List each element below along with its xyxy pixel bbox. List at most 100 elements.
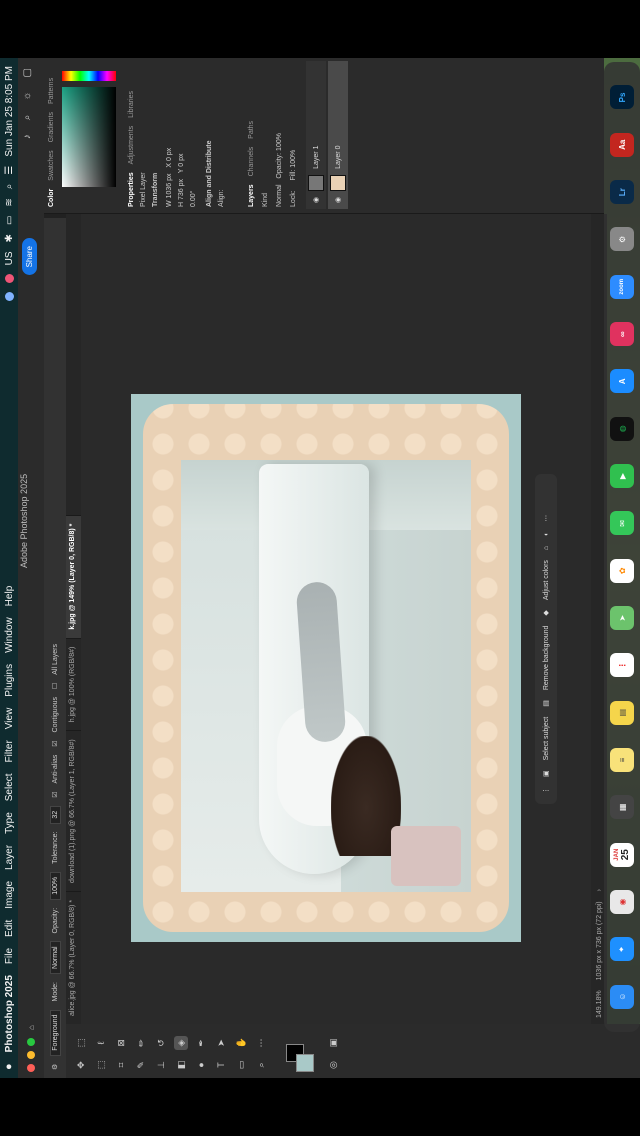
move-tool-icon[interactable]: ✥ bbox=[74, 1058, 88, 1072]
more-tools-icon[interactable]: ⋯ bbox=[254, 1036, 268, 1050]
tool-preset-icon[interactable]: ⚙ bbox=[51, 1064, 59, 1070]
eye-icon[interactable]: ◉ bbox=[334, 197, 342, 203]
shape-tool-icon[interactable]: ▭ bbox=[234, 1058, 248, 1072]
antialias-checkbox[interactable]: ☑ bbox=[51, 792, 59, 798]
menu-view[interactable]: View bbox=[4, 708, 15, 730]
tab-swatches[interactable]: Swatches bbox=[48, 150, 55, 180]
close-window-button[interactable] bbox=[27, 1064, 35, 1072]
calculator-icon[interactable]: ▦ bbox=[610, 795, 634, 820]
lasso-tool-icon[interactable]: ℓ bbox=[94, 1036, 108, 1050]
keyboard-input-icon[interactable]: US bbox=[4, 251, 15, 265]
stickies-icon[interactable]: ▤ bbox=[610, 700, 634, 725]
artboard-tool-icon[interactable]: ⬚ bbox=[74, 1036, 88, 1050]
history-brush-icon[interactable]: ↺ bbox=[154, 1036, 168, 1050]
eraser-tool-icon[interactable]: ◧ bbox=[174, 1058, 188, 1072]
hue-slider[interactable] bbox=[62, 71, 116, 81]
path-selection-icon[interactable]: ➤ bbox=[214, 1036, 228, 1050]
more-options-icon[interactable]: ⋯ bbox=[542, 515, 550, 522]
contiguous-checkbox[interactable]: ☑ bbox=[51, 740, 59, 746]
mode-select[interactable]: Normal bbox=[49, 941, 61, 975]
creative-cloud-icon[interactable]: ∞ bbox=[610, 322, 634, 347]
select-subject-button[interactable]: Select subject bbox=[543, 717, 550, 761]
angle-input[interactable]: 0.00° bbox=[190, 191, 197, 207]
layer-row[interactable]: ◉ Layer 1 bbox=[306, 61, 326, 209]
eye-icon[interactable]: ◉ bbox=[312, 197, 320, 203]
fill-source-select[interactable]: Foreground bbox=[49, 1009, 61, 1056]
bell-icon[interactable]: ♪ bbox=[22, 134, 33, 139]
acrobat-icon[interactable]: Aa bbox=[610, 132, 634, 157]
tab-color[interactable]: Color bbox=[48, 189, 55, 207]
menu-select[interactable]: Select bbox=[4, 773, 15, 801]
maps-icon[interactable]: ➤ bbox=[610, 606, 634, 631]
photoshop-icon[interactable]: Ps bbox=[610, 85, 634, 110]
workspace-icon[interactable]: ▢ bbox=[22, 68, 33, 77]
status-item-icon[interactable] bbox=[4, 292, 14, 302]
drag-handle-icon[interactable]: ⋮ bbox=[542, 787, 550, 794]
canvas-area[interactable]: ⋮ ▣ Select subject ▤ Remove background ◆… bbox=[81, 214, 591, 1024]
finder-icon[interactable]: ☺ bbox=[610, 984, 634, 1009]
background-color-swatch[interactable] bbox=[296, 1054, 314, 1072]
eyedropper-tool-icon[interactable]: ✎ bbox=[134, 1058, 148, 1072]
height-input[interactable]: 736 px bbox=[178, 179, 185, 200]
document-canvas[interactable] bbox=[131, 394, 521, 942]
zoom-tool-icon[interactable]: ⌕ bbox=[254, 1058, 268, 1072]
quick-mask-icon[interactable]: ◎ bbox=[326, 1058, 340, 1072]
messages-icon[interactable]: ✉ bbox=[610, 511, 634, 536]
opacity-input[interactable]: 100% bbox=[49, 871, 61, 900]
tab-patterns[interactable]: Patterns bbox=[48, 78, 55, 104]
transform-section-title[interactable]: Transform bbox=[152, 173, 159, 207]
tab-k[interactable]: k.jpg @ 149% (Layer 0, RGB/8) * bbox=[66, 514, 81, 638]
align-section-title[interactable]: Align and Distribute bbox=[206, 141, 213, 208]
tab-alice[interactable]: alice.jpg @ 66.7% (Layer 0, RGB/8) * bbox=[66, 890, 81, 1024]
dodge-tool-icon[interactable]: ● bbox=[194, 1058, 208, 1072]
search-icon[interactable]: ⌕ bbox=[4, 184, 15, 190]
menu-help[interactable]: Help bbox=[4, 586, 15, 607]
search-icon[interactable]: ⌕ bbox=[22, 115, 33, 121]
type-tool-icon[interactable]: T bbox=[214, 1058, 228, 1072]
layer-opacity-input[interactable]: 100% bbox=[276, 133, 283, 151]
adjust-colors-button[interactable]: Adjust colors bbox=[543, 560, 550, 600]
menu-window[interactable]: Window bbox=[4, 617, 15, 653]
brush-tool-icon[interactable]: ✏ bbox=[134, 1036, 148, 1050]
menu-clock[interactable]: Sun Jan 25 8:05 PM bbox=[4, 66, 15, 157]
appstore-icon[interactable]: A bbox=[610, 369, 634, 394]
menu-file[interactable]: File bbox=[4, 948, 15, 964]
x-input[interactable]: 0 px bbox=[166, 148, 173, 161]
facetime-icon[interactable]: ▶ bbox=[610, 464, 634, 489]
pen-tool-icon[interactable]: ✒ bbox=[194, 1036, 208, 1050]
menu-filter[interactable]: Filter bbox=[4, 740, 15, 762]
menu-layer[interactable]: Layer bbox=[4, 845, 15, 870]
tab-download[interactable]: download (1).png @ 66.7% (Layer 1, RGB/8… bbox=[66, 730, 81, 891]
y-input[interactable]: 0 px bbox=[178, 154, 185, 167]
sun-icon[interactable]: ☼ bbox=[22, 91, 33, 100]
marquee-tool-icon[interactable]: ⬚ bbox=[94, 1058, 108, 1072]
remove-background-button[interactable]: Remove background bbox=[543, 626, 550, 691]
stamp-tool-icon[interactable]: ⊥ bbox=[154, 1058, 168, 1072]
tab-channels[interactable]: Channels bbox=[248, 147, 255, 177]
tab-paths[interactable]: Paths bbox=[248, 121, 255, 139]
home-icon[interactable]: ⌂ bbox=[27, 1025, 36, 1030]
all-layers-checkbox[interactable]: ☐ bbox=[51, 683, 59, 689]
fill-input[interactable]: 100% bbox=[290, 150, 297, 168]
width-input[interactable]: 1036 px bbox=[166, 174, 173, 199]
apple-menu-icon[interactable]: ● bbox=[3, 1063, 15, 1070]
tab-layers[interactable]: Layers bbox=[248, 184, 255, 207]
menu-type[interactable]: Type bbox=[4, 812, 15, 834]
system-settings-icon[interactable]: ⚙ bbox=[610, 227, 634, 252]
chrome-icon[interactable]: ◉ bbox=[610, 890, 634, 915]
layer-filter-kind[interactable]: Kind bbox=[262, 193, 269, 207]
calendar-icon[interactable]: JAN 25 bbox=[610, 842, 634, 867]
photos-icon[interactable]: ✿ bbox=[610, 558, 634, 583]
bluetooth-icon[interactable]: ✱ bbox=[4, 234, 15, 242]
screen-mode-icon[interactable]: ▣ bbox=[326, 1036, 340, 1050]
reminders-icon[interactable]: ⋮ bbox=[610, 653, 634, 678]
zoom-window-button[interactable] bbox=[27, 1038, 35, 1046]
status-item-icon[interactable] bbox=[4, 274, 14, 284]
app-menu[interactable]: Photoshop 2025 bbox=[4, 975, 15, 1052]
wifi-icon[interactable]: ≋ bbox=[4, 198, 15, 206]
menu-image[interactable]: Image bbox=[4, 881, 15, 909]
minimize-window-button[interactable] bbox=[27, 1051, 35, 1059]
blend-mode-select[interactable]: Normal bbox=[276, 184, 283, 207]
battery-icon[interactable]: ▭ bbox=[4, 216, 15, 225]
hand-tool-icon[interactable]: ✋ bbox=[234, 1036, 248, 1050]
